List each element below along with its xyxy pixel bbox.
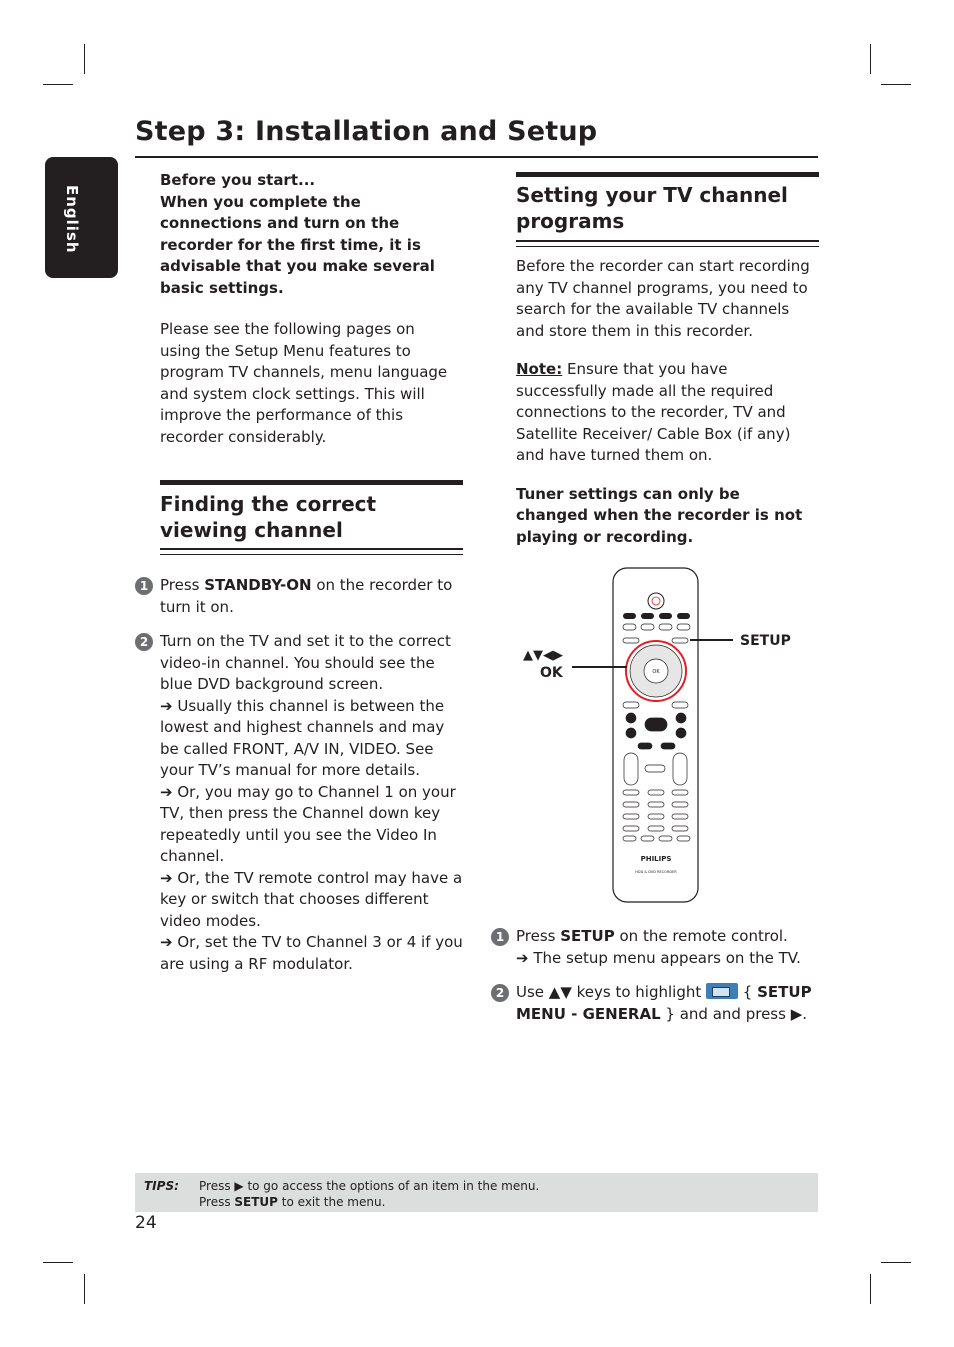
step-number-badge: 2 <box>491 984 509 1002</box>
section-rule-bottom <box>160 548 463 550</box>
step-paragraph: Use ▲▼ keys to highlight { SETUP MENU - … <box>516 982 816 1025</box>
step-paragraph: ➔ Or, you may go to Channel 1 on your TV… <box>160 782 463 868</box>
text: Press <box>199 1195 235 1209</box>
bold-text: When you complete the connections and tu… <box>160 192 435 297</box>
remote-brand-logo: PHILIPS <box>641 855 672 863</box>
step-paragraph: Press STANDBY-ON on the recorder to turn… <box>160 575 463 618</box>
section-rule-bottom-thin <box>160 554 463 555</box>
arrow-keys-callout: ▲▼◀▶ <box>523 648 563 663</box>
text: on the remote control. <box>614 927 788 945</box>
step-paragraph: Turn on the TV and set it to the correct… <box>160 631 463 696</box>
crop-mark <box>43 1262 73 1263</box>
bold-text: Before you start... <box>160 171 316 189</box>
tips-label: TIPS: <box>144 1179 179 1193</box>
right-intro: Before the recorder can start recording … <box>516 256 816 568</box>
section-rule-top <box>516 172 819 177</box>
bold-text: Tuner settings can only be changed when … <box>516 484 803 546</box>
setup-general-icon <box>706 983 739 999</box>
step-paragraph: Press SETUP on the remote control. <box>516 926 816 948</box>
crop-mark <box>870 44 871 74</box>
warning-text: Tuner settings can only be changed when … <box>516 484 816 549</box>
crop-mark <box>84 1274 85 1304</box>
step-paragraph: ➔ Or, the TV remote control may have a k… <box>160 868 463 933</box>
tip-line-2: Press SETUP to exit the menu. <box>199 1194 385 1210</box>
page-number: 24 <box>135 1213 157 1233</box>
bold-text: SETUP <box>560 927 615 945</box>
text: Please see the following pages on using … <box>160 320 448 446</box>
language-tab: English <box>45 157 118 278</box>
bold-text: STANDBY-ON <box>204 576 312 594</box>
text: ➔ Usually this channel is between the lo… <box>160 696 445 780</box>
setup-callout: SETUP <box>740 633 791 649</box>
section-title-setting-channels: Setting your TV channel programs <box>516 183 788 233</box>
tip-line-1: Press ▶ to go access the options of an i… <box>199 1178 539 1194</box>
text: Use ▲▼ keys to highlight <box>516 983 707 1001</box>
bold-text: SETUP <box>234 1195 278 1209</box>
note-label: Note: <box>516 360 563 378</box>
text: { <box>738 983 758 1001</box>
step-number-badge: 2 <box>135 633 153 651</box>
remote-control-illustration: OK PHILIPS HDD & DVD RECORDER ▲▼◀▶ OK SE… <box>523 567 791 903</box>
step-1: 1 Press SETUP on the remote control. ➔ The… <box>491 926 816 970</box>
remote-model-label: HDD & DVD RECORDER <box>635 870 677 874</box>
intro-bold-text: When you complete the connections and tu… <box>160 192 460 300</box>
ok-callout: OK <box>540 665 564 681</box>
step-number-badge: 1 <box>135 577 153 595</box>
step-paragraph: ➔ Or, set the TV to Channel 3 or 4 if yo… <box>160 932 463 975</box>
ok-key-label: OK <box>652 669 660 675</box>
section-rule-bottom-thin <box>516 246 819 247</box>
text: ➔ Or, the TV remote control may have a k… <box>160 868 463 930</box>
text: ➔ The setup menu appears on the TV. <box>516 948 801 967</box>
step-number-badge: 1 <box>491 928 509 946</box>
text: Press <box>160 576 205 594</box>
text: Before the recorder can start recording … <box>516 257 810 340</box>
text: Turn on the TV and set it to the correct… <box>160 632 451 693</box>
crop-mark <box>84 44 85 74</box>
section-title-finding-channel: Finding the correct viewing channel <box>160 492 377 542</box>
text: to exit the menu. <box>277 1195 386 1209</box>
tips-box: TIPS: Press ▶ to go access the options o… <box>135 1173 818 1212</box>
section-rule-top <box>160 480 463 485</box>
page-title: Step 3: Installation and Setup <box>135 116 598 147</box>
intro-body: Please see the following pages on using … <box>160 319 456 448</box>
title-rule <box>135 156 818 158</box>
step-1: 1 Press STANDBY-ON on the recorder to tur… <box>135 575 463 618</box>
step-2: 2 Turn on the TV and set it to the correc… <box>135 631 463 975</box>
intro-text: Before the recorder can start recording … <box>516 256 816 342</box>
text: ➔ Or, set the TV to Channel 3 or 4 if yo… <box>160 933 463 973</box>
text: Press ▶ to go access the options of an i… <box>199 1179 540 1193</box>
left-intro: Before you start... When you complete th… <box>160 170 460 468</box>
note-text: Note: Ensure that you have successfully … <box>516 359 816 467</box>
step-2: 2 Use ▲▼ keys to highlight { SETUP MENU -… <box>491 982 816 1025</box>
language-label: English <box>63 185 81 254</box>
step-paragraph: ➔ The setup menu appears on the TV. <box>516 948 816 970</box>
text: ➔ Or, you may go to Channel 1 on your TV… <box>160 782 456 866</box>
crop-mark <box>881 1262 911 1263</box>
section-rule-bottom <box>516 240 819 242</box>
text: } and and press ▶. <box>660 1004 808 1023</box>
crop-mark <box>881 84 911 85</box>
intro-heading: Before you start... <box>160 170 460 192</box>
crop-mark <box>43 84 73 85</box>
text: Press <box>516 927 561 945</box>
left-steps: 1 Press STANDBY-ON on the recorder to tur… <box>135 575 463 988</box>
right-steps: 1 Press SETUP on the remote control. ➔ The… <box>491 926 816 1038</box>
power-button <box>647 592 665 610</box>
crop-mark <box>870 1274 871 1304</box>
step-paragraph: ➔ Usually this channel is between the lo… <box>160 696 463 782</box>
